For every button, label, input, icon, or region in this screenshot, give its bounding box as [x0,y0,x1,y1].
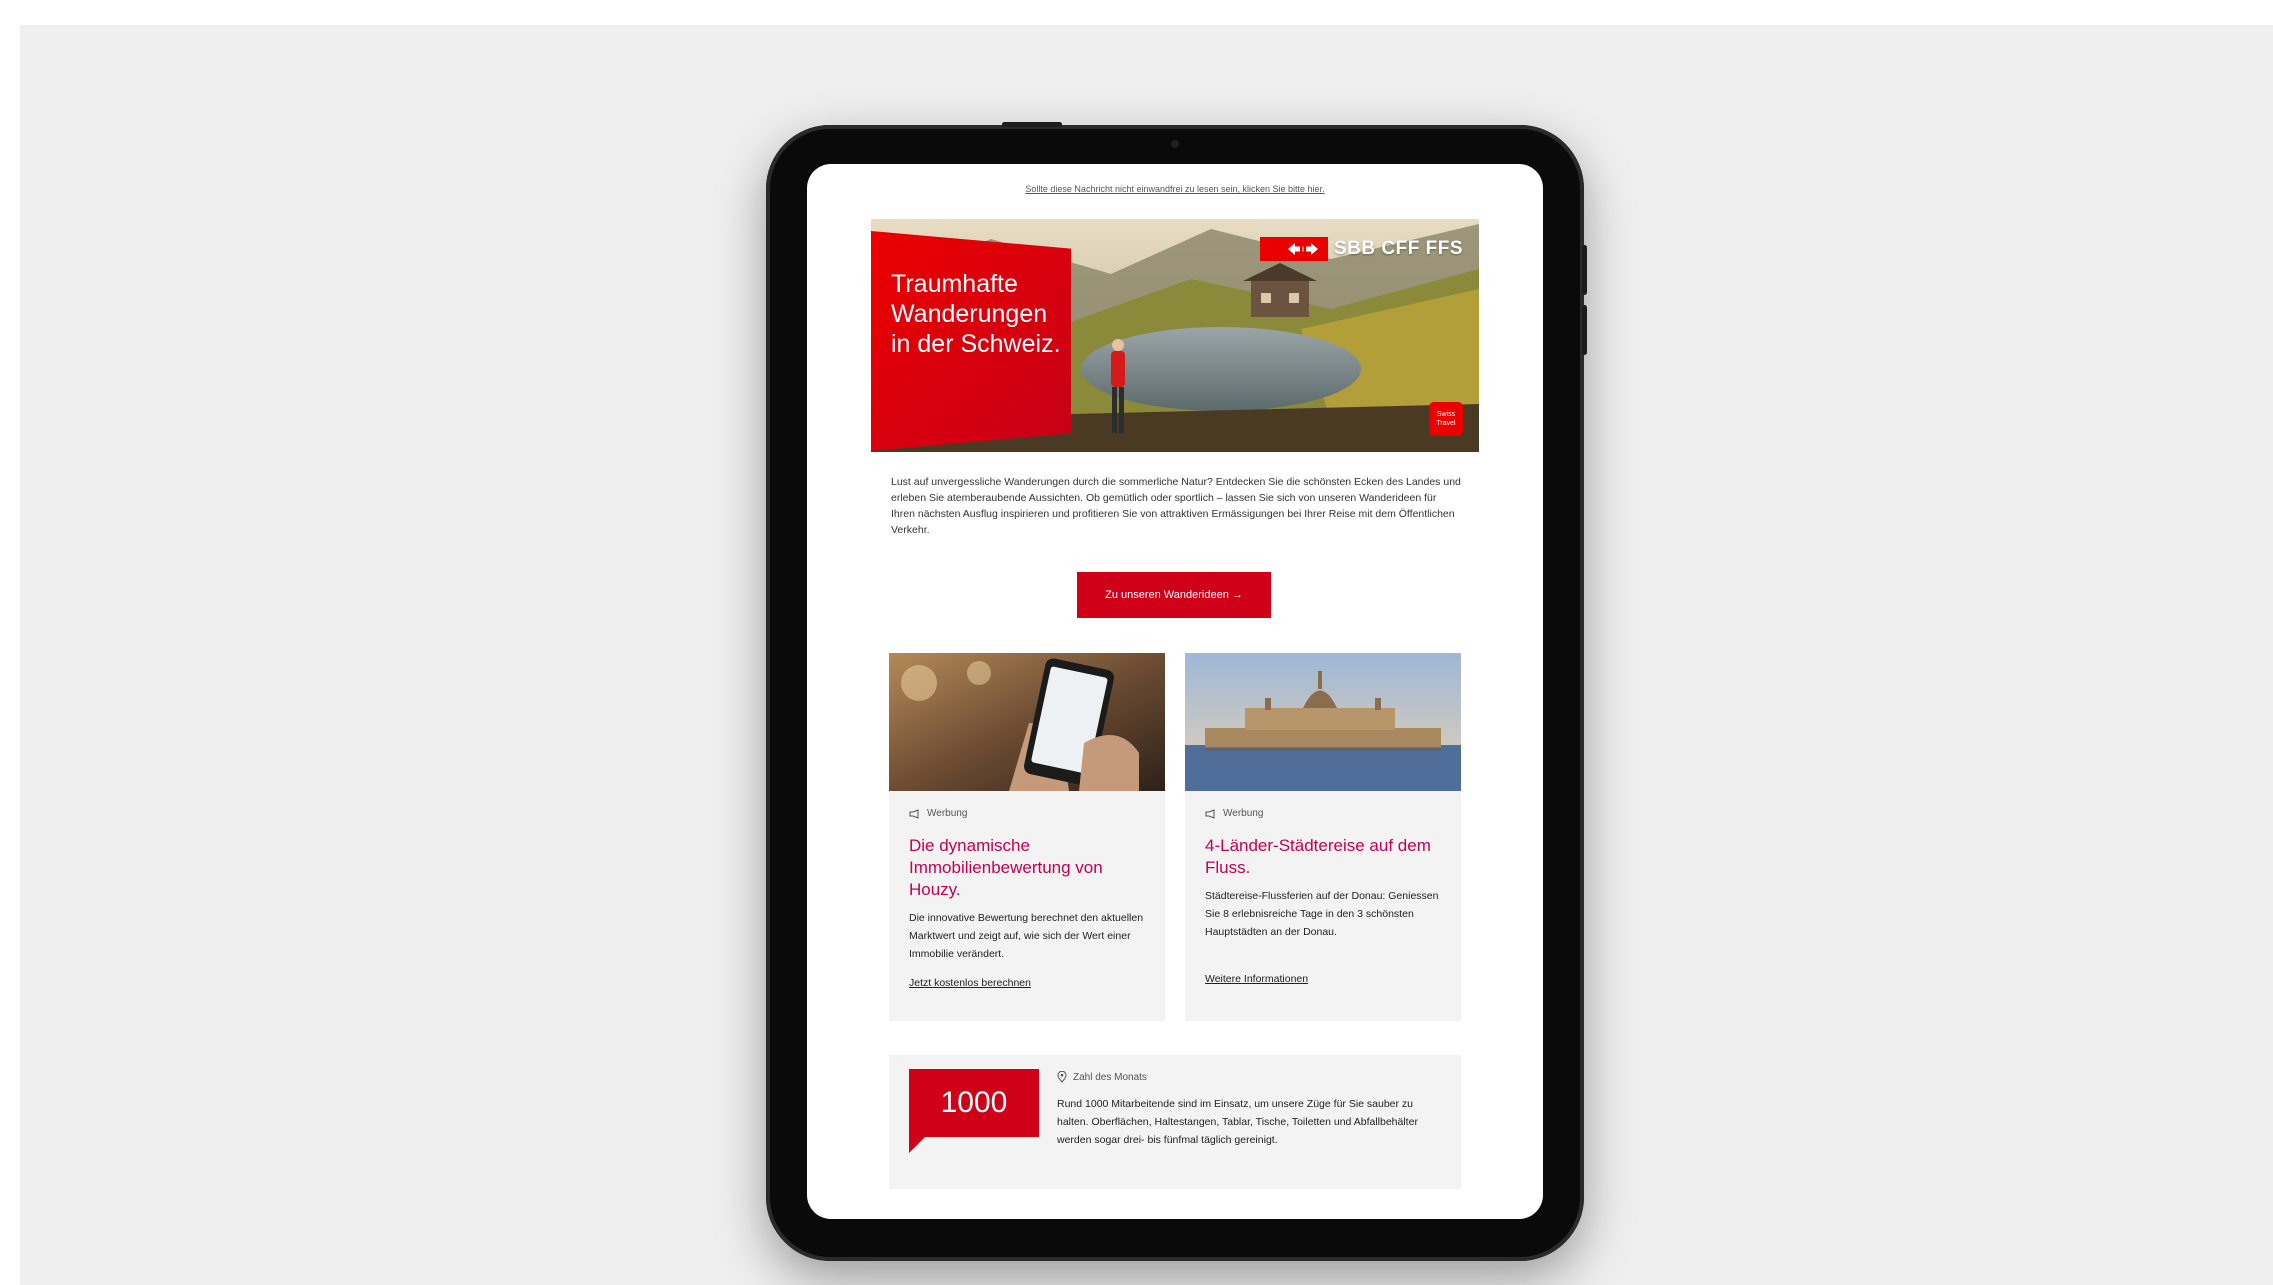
volume-button [1582,305,1587,355]
budapest-image [1185,653,1461,791]
ad-tag: Werbung [1205,808,1263,819]
camera-icon [1171,140,1179,148]
power-button [1002,122,1062,127]
phone-image [889,653,1165,791]
ad-card-houzy[interactable]: Werbung Die dynamische Immobilienbewertu… [889,653,1165,1021]
volume-button [1582,245,1587,295]
megaphone-icon [909,808,919,819]
intro-text: Lust auf unvergessliche Wanderungen durc… [891,476,1461,536]
fact-tag-label: Zahl des Monats [1073,1071,1147,1083]
fact-number-bubble: 1000 [909,1069,1039,1137]
preheader-link[interactable]: Sollte diese Nachricht nicht einwandfrei… [871,184,1479,194]
fact-tag: Zahl des Monats [1057,1071,1147,1083]
hiker-figure [1111,339,1125,433]
sbb-brand-text: SBB CFF FFS [1334,238,1463,259]
calculate-link[interactable]: Jetzt kostenlos berechnen [909,977,1031,989]
tablet-device: Sollte diese Nachricht nicht einwandfrei… [766,122,1587,1261]
ad-card-river-cruise[interactable]: Werbung 4-Länder-Städtereise auf dem Flu… [1185,653,1461,1021]
card-text: Die innovative Bewertung berechnet den a… [909,912,1144,960]
more-info-link[interactable]: Weitere Informationen [1205,973,1308,985]
tablet-screen: Sollte diese Nachricht nicht einwandfrei… [807,164,1543,1219]
number-of-month-box: 1000 Zahl des Monats Rund 1000 Mitarbeit… [889,1055,1461,1189]
background-stage: Sollte diese Nachricht nicht einwandfrei… [20,25,2273,1285]
card-text: Städtereise-Flussferien auf der Donau: G… [1205,890,1439,938]
sbb-arrows-icon [1260,237,1328,261]
speech-bubble-tail [909,1137,925,1153]
ad-tag-label: Werbung [1223,808,1264,819]
ad-tag-label: Werbung [927,808,968,819]
hiking-ideas-button[interactable]: Zu unseren Wanderideen → [1077,572,1271,618]
hero-title: Traumhafte Wanderungen in der Schweiz. [891,270,1061,358]
card-title[interactable]: Die dynamische Immobilienbewertung von H… [909,835,1149,901]
hero-banner[interactable]: Traumhafte Wanderungen in der Schweiz. S… [871,219,1479,452]
fact-text: Rund 1000 Mitarbeitende sind im Einsatz,… [1057,1098,1418,1146]
card-title[interactable]: 4-Länder-Städtereise auf dem Fluss. [1205,835,1445,879]
location-pin-icon [1057,1071,1067,1083]
swiss-travel-badge: Swiss Travel [1429,402,1463,436]
ad-tag: Werbung [909,808,967,819]
megaphone-icon [1205,808,1215,819]
sbb-logo: SBB CFF FFS [1260,237,1463,261]
